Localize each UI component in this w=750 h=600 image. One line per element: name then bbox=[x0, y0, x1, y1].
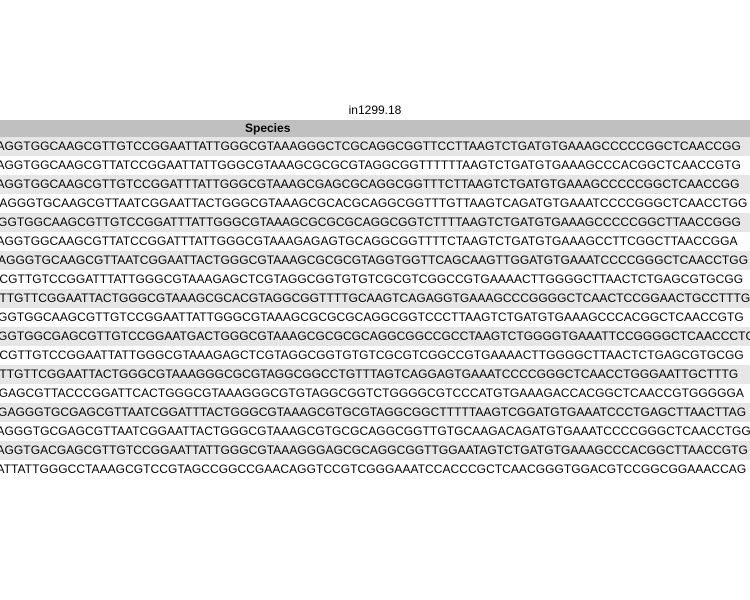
table-row: TAGGTGGCAAGCGTTATCCGGATTTATTGGGCGTAAAGAG… bbox=[0, 232, 750, 251]
table-row: GTTGTTCGGAATTACTGGGCGTAAAGCGCACGTAGGCGGT… bbox=[0, 289, 750, 308]
sequence-cell: AGGTGGCAAGCGTTGTCCGGAATTATTGGGCGTAAAGCGC… bbox=[0, 310, 744, 324]
sequence-cell: TAGGGTGCGAGCGTTAATCGGAATTACTGGGCGTAAAGCG… bbox=[0, 424, 750, 438]
sequence-cell: TAGGTGGCAAGCGTTGTCCGGAATTATTGGGCGTAAAGGG… bbox=[0, 139, 741, 153]
table-row: AGAGGGTGCGAGCGTTAATCGGATTTACTGGGCGTAAAGC… bbox=[0, 403, 750, 422]
species-column-header: Species bbox=[245, 121, 291, 135]
table-row: AGGTGGCAAGCGTTGTCCGGAATTATTGGGCGTAAAGCGC… bbox=[0, 308, 750, 327]
sequence-cell: AGGTGGCAAGCGTTGTCCGGATTTATTGGGCGTAAAGCGC… bbox=[0, 215, 741, 229]
table-row: AAGGGTGCAAGCGTTAATCGGAATTACTGGGCGTAAAGCG… bbox=[0, 251, 750, 270]
table-row: GAGGGTGCAAGCGTTAATCGGAATTACTGGGCGTAAAGCG… bbox=[0, 194, 750, 213]
table-row: TAGGGTGCGAGCGTTAATCGGAATTACTGGGCGTAAAGCG… bbox=[0, 422, 750, 441]
sequence-cell: TAGGTGGCAAGCGTTATCCGGATTTATTGGGCGTAAAGAG… bbox=[0, 234, 738, 248]
table-row: AGGTGGCAAGCGTTGTCCGGATTTATTGGGCGTAAAGCGC… bbox=[0, 213, 750, 232]
species-table: Species TAGGTGGCAAGCGTTGTCCGGAATTATTGGGC… bbox=[0, 120, 750, 479]
plot-caption: in1299.18 bbox=[348, 103, 402, 117]
table-row: TAGGTGGCAAGCGTTGTCCGGATTTATTGGGCGTAAAGCG… bbox=[0, 175, 750, 194]
sequence-cell: TAGGTGGCAAGCGTTGTCCGGATTTATTGGGCGTAAAGCG… bbox=[0, 177, 740, 191]
sequence-cell: TAGGTGACGAGCGTTGTCCGGAATTATTGGGCGTAAAGGG… bbox=[0, 443, 748, 457]
sequence-list: TAGGTGGCAAGCGTTGTCCGGAATTATTGGGCGTAAAGGG… bbox=[0, 137, 750, 479]
sequence-cell: AGAGGGTGCGAGCGTTAATCGGATTTACTGGGCGTAAAGC… bbox=[0, 405, 747, 419]
table-row: GTTGTTCGGAATTACTGGGCGTAAAGGGCGCGTAGGCGGC… bbox=[0, 365, 750, 384]
sequence-cell: GTTGTTCGGAATTACTGGGCGTAAAGCGCACGTAGGCGGT… bbox=[0, 291, 750, 305]
table-header: Species bbox=[0, 120, 750, 137]
table-row: GCGTTGTCCGGATTTATTGGGCGTAAAGAGCTCGTAGGCG… bbox=[0, 270, 750, 289]
sequence-cell: AGGTGGCGAGCGTTGTCCGGAATGACTGGGCGTAAAGCGC… bbox=[0, 329, 750, 343]
sequence-cell: GCGTTGTCCGGAATTATTGGGCGTAAAGAGCTCGTAGGCG… bbox=[0, 348, 744, 362]
sequence-cell: TAGGTGGCAAGCGTTATCCGGAATTATTGGGCGTAAAGCG… bbox=[0, 158, 741, 172]
table-row: TATTATTGGGCCTAAAGCGTCCGTAGCCGGCCGAACAGGT… bbox=[0, 460, 750, 479]
table-row: TAGGTGACGAGCGTTGTCCGGAATTATTGGGCGTAAAGGG… bbox=[0, 441, 750, 460]
sequence-cell: CGAGCGTTACCCGGATTCACTGGGCGTAAAGGGCGTGTAG… bbox=[0, 386, 744, 400]
table-row: TAGGTGGCAAGCGTTGTCCGGAATTATTGGGCGTAAAGGG… bbox=[0, 137, 750, 156]
sequence-cell: GAGGGTGCAAGCGTTAATCGGAATTACTGGGCGTAAAGCG… bbox=[0, 196, 748, 210]
sequence-cell: GTTGTTCGGAATTACTGGGCGTAAAGGGCGCGTAGGCGGC… bbox=[0, 367, 739, 381]
table-row: CGAGCGTTACCCGGATTCACTGGGCGTAAAGGGCGTGTAG… bbox=[0, 384, 750, 403]
table-row: TAGGTGGCAAGCGTTATCCGGAATTATTGGGCGTAAAGCG… bbox=[0, 156, 750, 175]
sequence-cell: AAGGGTGCAAGCGTTAATCGGAATTACTGGGCGTAAAGCG… bbox=[0, 253, 749, 267]
sequence-cell: GCGTTGTCCGGATTTATTGGGCGTAAAGAGCTCGTAGGCG… bbox=[0, 272, 744, 286]
table-row: GCGTTGTCCGGAATTATTGGGCGTAAAGAGCTCGTAGGCG… bbox=[0, 346, 750, 365]
sequence-cell: TATTATTGGGCCTAAAGCGTCCGTAGCCGGCCGAACAGGT… bbox=[0, 462, 747, 476]
table-row: AGGTGGCGAGCGTTGTCCGGAATGACTGGGCGTAAAGCGC… bbox=[0, 327, 750, 346]
